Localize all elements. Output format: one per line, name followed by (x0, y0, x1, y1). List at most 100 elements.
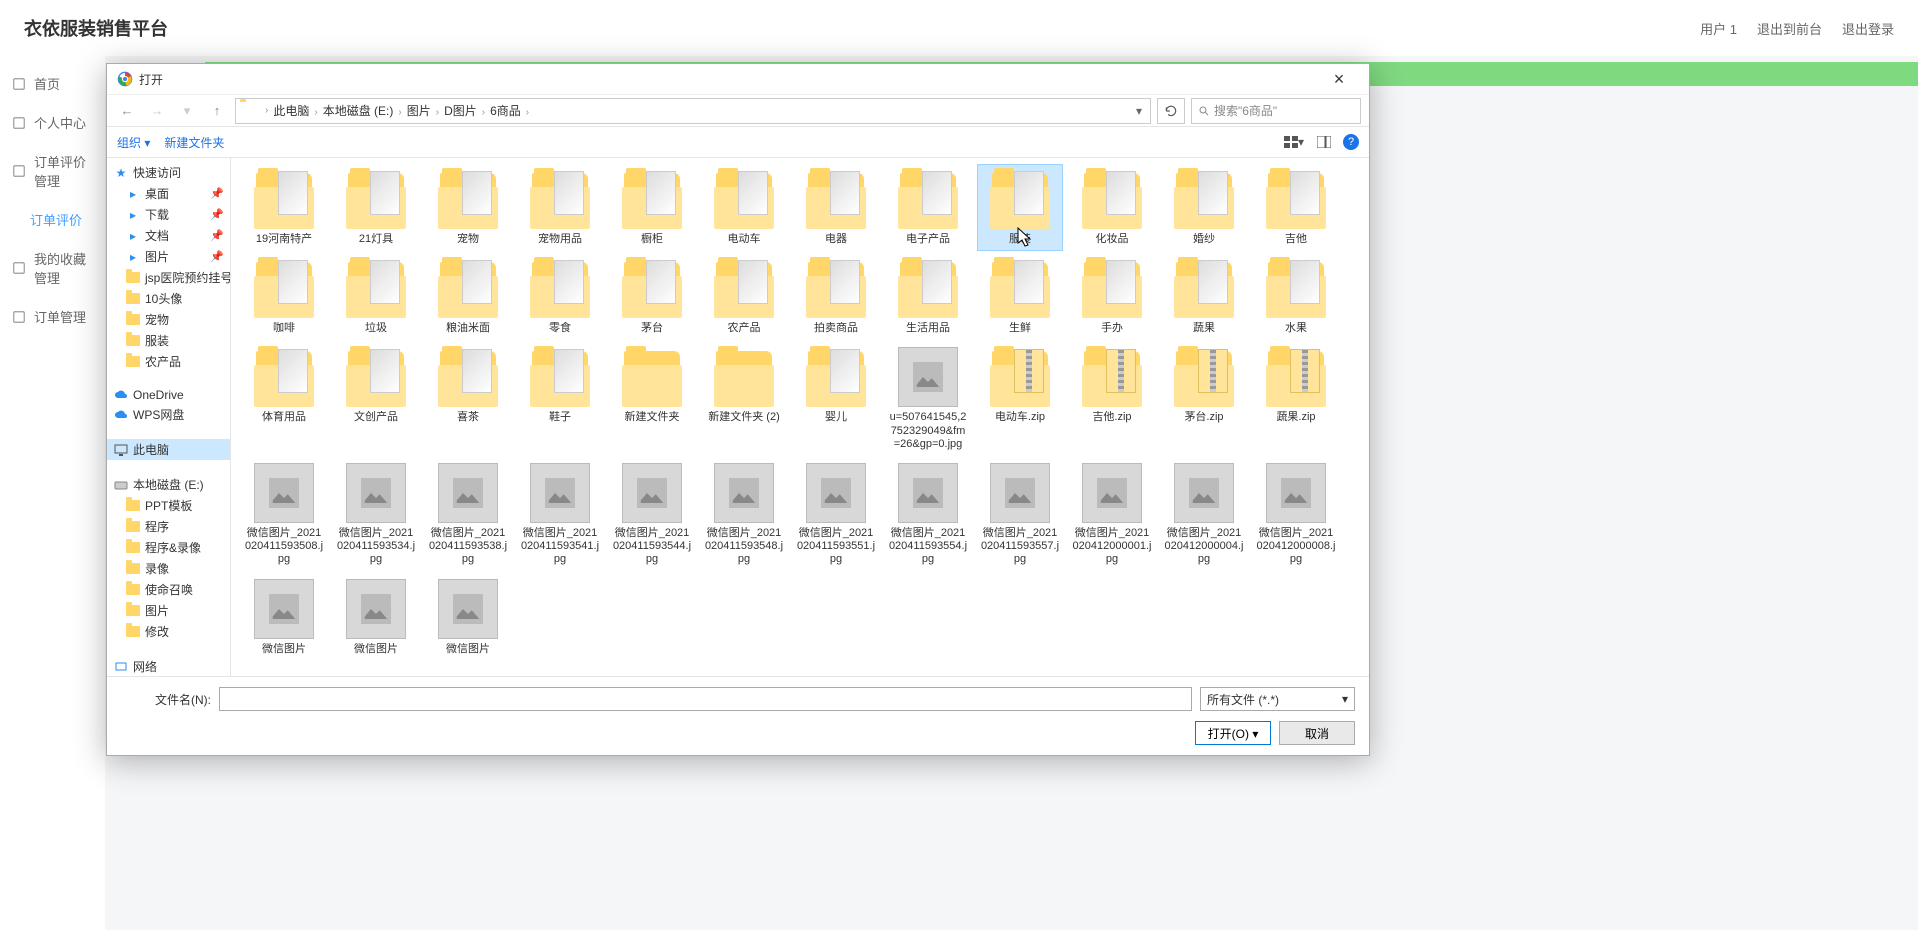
breadcrumb-item[interactable]: 本地磁盘 (E:) (321, 104, 396, 118)
organize-button[interactable]: 组织 ▾ (117, 134, 150, 151)
help-button[interactable]: ? (1343, 134, 1359, 150)
sidebar-item[interactable]: 个人中心 (0, 103, 105, 142)
tree-item[interactable]: 网络 (107, 656, 230, 676)
close-button[interactable]: × (1319, 69, 1359, 90)
file-item[interactable]: 咖啡 (241, 253, 327, 340)
file-item[interactable]: 微信图片_2021020412000008.jpg (1253, 458, 1339, 572)
sidebar-item[interactable]: 订单管理 (0, 297, 105, 336)
filename-input[interactable] (219, 687, 1192, 711)
tree-item[interactable]: 此电脑 (107, 439, 230, 460)
breadcrumb-item[interactable]: 图片 (405, 104, 433, 118)
file-item[interactable]: 农产品 (701, 253, 787, 340)
up-button[interactable]: ↑ (205, 99, 229, 123)
file-item[interactable]: 橱柜 (609, 164, 695, 251)
file-item[interactable]: 微信图片_2021020411593541.jpg (517, 458, 603, 572)
tree-item[interactable]: 服装 (107, 330, 230, 351)
file-item[interactable]: 微信图片_2021020412000004.jpg (1161, 458, 1247, 572)
forward-button[interactable]: → (145, 99, 169, 123)
file-item[interactable]: 拍卖商品 (793, 253, 879, 340)
tree-item[interactable]: PPT模板 (107, 495, 230, 516)
file-item[interactable]: 婚纱 (1161, 164, 1247, 251)
file-item[interactable]: 微信图片_2021020411593538.jpg (425, 458, 511, 572)
file-item[interactable]: 微信图片 (333, 574, 419, 661)
file-item[interactable]: 微信图片_2021020411593557.jpg (977, 458, 1063, 572)
address-bar[interactable]: › 此电脑›本地磁盘 (E:)›图片›D图片›6商品› ▾ (235, 98, 1151, 124)
tree-item[interactable]: 农产品 (107, 351, 230, 372)
file-item[interactable]: 微信图片_2021020411593534.jpg (333, 458, 419, 572)
file-item[interactable]: 微信图片_2021020411593548.jpg (701, 458, 787, 572)
breadcrumb-item[interactable]: 此电脑 (271, 104, 311, 118)
tree-item[interactable]: 修改 (107, 621, 230, 642)
tree-item[interactable]: 录像 (107, 558, 230, 579)
tree-item[interactable]: WPS网盘 (107, 404, 230, 425)
file-item[interactable]: 生鲜 (977, 253, 1063, 340)
tree-item[interactable]: 程序 (107, 516, 230, 537)
logout[interactable]: 退出登录 (1842, 19, 1894, 38)
file-item[interactable]: 文创产品 (333, 342, 419, 456)
file-item[interactable]: 微信图片_2021020411593551.jpg (793, 458, 879, 572)
file-item[interactable]: 茅台.zip (1161, 342, 1247, 456)
file-item[interactable]: 微信图片_2021020411593544.jpg (609, 458, 695, 572)
back-button[interactable]: ← (115, 99, 139, 123)
file-item[interactable]: 吉他 (1253, 164, 1339, 251)
file-item[interactable]: 21灯具 (333, 164, 419, 251)
file-item[interactable]: 电动车 (701, 164, 787, 251)
file-item[interactable]: 服装 (977, 164, 1063, 251)
user-menu[interactable]: 用户 1 (1700, 19, 1737, 38)
sidebar-item[interactable]: 订单评价管理 (0, 142, 105, 200)
file-item[interactable]: 生活用品 (885, 253, 971, 340)
file-item[interactable]: 微信图片_2021020411593554.jpg (885, 458, 971, 572)
sidebar-item[interactable]: 首页 (0, 64, 105, 103)
file-item[interactable]: 19河南特产 (241, 164, 327, 251)
tree-item[interactable]: 使命召唤 (107, 579, 230, 600)
file-item[interactable]: 粮油米面 (425, 253, 511, 340)
view-mode-button[interactable]: ▾ (1283, 132, 1305, 152)
file-item[interactable]: 化妆品 (1069, 164, 1155, 251)
tree-item[interactable]: 10头像 (107, 288, 230, 309)
exit-front[interactable]: 退出到前台 (1757, 19, 1822, 38)
tree-item[interactable]: 宠物 (107, 309, 230, 330)
file-item[interactable]: 茅台 (609, 253, 695, 340)
sidebar-item[interactable]: 订单评价 (0, 200, 105, 239)
tree-item[interactable]: OneDrive (107, 386, 230, 404)
file-item[interactable]: 蔬果.zip (1253, 342, 1339, 456)
file-item[interactable]: 微信图片 (425, 574, 511, 661)
preview-pane-button[interactable] (1313, 132, 1335, 152)
file-item[interactable]: u=507641545,2752329049&fm=26&gp=0.jpg (885, 342, 971, 456)
file-item[interactable]: 微信图片 (241, 574, 327, 661)
address-dropdown[interactable]: ▾ (1132, 104, 1146, 118)
open-button[interactable]: 打开(O) ▾ (1195, 721, 1271, 745)
file-item[interactable]: 电动车.zip (977, 342, 1063, 456)
breadcrumb-item[interactable]: 6商品 (488, 104, 523, 118)
file-item[interactable]: 微信图片_2021020411593508.jpg (241, 458, 327, 572)
file-item[interactable]: 宠物用品 (517, 164, 603, 251)
file-item[interactable]: 宠物 (425, 164, 511, 251)
file-item[interactable]: 手办 (1069, 253, 1155, 340)
file-item[interactable]: 电子产品 (885, 164, 971, 251)
filetype-select[interactable]: 所有文件 (*.*)▾ (1200, 687, 1355, 711)
tree-item[interactable]: ★快速访问 (107, 162, 230, 183)
tree-item[interactable]: ▸桌面📌 (107, 183, 230, 204)
cancel-button[interactable]: 取消 (1279, 721, 1355, 745)
file-item[interactable]: 新建文件夹 (2) (701, 342, 787, 456)
tree-item[interactable]: ▸下载📌 (107, 204, 230, 225)
file-item[interactable]: 蔬果 (1161, 253, 1247, 340)
file-item[interactable]: 垃圾 (333, 253, 419, 340)
file-item[interactable]: 电器 (793, 164, 879, 251)
tree-item[interactable]: ▸图片📌 (107, 246, 230, 267)
file-item[interactable]: 喜茶 (425, 342, 511, 456)
file-item[interactable]: 体育用品 (241, 342, 327, 456)
recent-dropdown[interactable]: ▾ (175, 99, 199, 123)
tree-item[interactable]: ▸文档📌 (107, 225, 230, 246)
refresh-button[interactable] (1157, 98, 1185, 124)
breadcrumb-item[interactable]: D图片 (442, 104, 479, 118)
tree-item[interactable]: 程序&录像 (107, 537, 230, 558)
tree-item[interactable]: 本地磁盘 (E:) (107, 474, 230, 495)
search-input[interactable]: 搜索"6商品" (1191, 98, 1361, 124)
tree-item[interactable]: jsp医院预约挂号 (107, 267, 230, 288)
file-item[interactable]: 零食 (517, 253, 603, 340)
file-item[interactable]: 水果 (1253, 253, 1339, 340)
new-folder-button[interactable]: 新建文件夹 (164, 134, 224, 151)
sidebar-item[interactable]: 我的收藏管理 (0, 239, 105, 297)
file-item[interactable]: 新建文件夹 (609, 342, 695, 456)
